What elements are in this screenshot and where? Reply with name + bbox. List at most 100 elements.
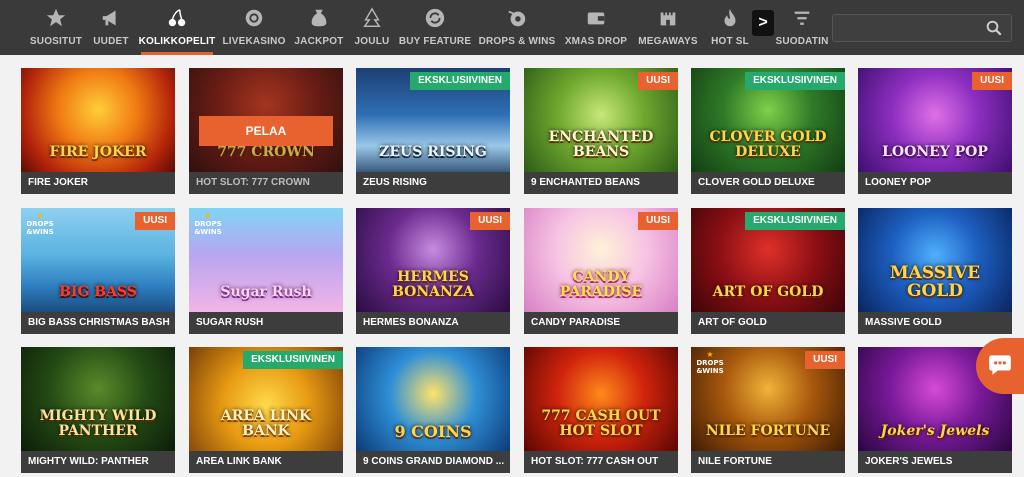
game-art-title: MASSIVE GOLD — [889, 263, 981, 301]
game-art-title: FIRE JOKER — [49, 144, 147, 160]
search-box[interactable] — [832, 14, 1012, 42]
castle-icon — [656, 6, 680, 30]
game-tile[interactable]: BIG BASS DROPS &WINS UUSI BIG BASS CHRIS… — [21, 208, 175, 334]
game-title: SUGAR RUSH — [189, 312, 343, 334]
nav-label: MEGAWAYS — [638, 36, 698, 47]
search-icon[interactable] — [985, 19, 1003, 37]
play-button[interactable]: PELAA — [199, 116, 333, 146]
game-tile[interactable]: Sugar Rush DROPS &WINS SUGAR RUSH — [189, 208, 343, 334]
game-tile[interactable]: LOONEY POP UUSI LOONEY POP — [858, 68, 1012, 194]
game-title: HOT SLOT: 777 CASH OUT — [524, 451, 678, 473]
game-tile[interactable]: 777 CROWN PELAA HOT SLOT: 777 CROWN — [189, 68, 343, 194]
game-tile[interactable]: ZEUS RISING EKSKLUSIIVINEN ZEUS RISING — [356, 68, 510, 194]
nav-item-kolikkopelit[interactable]: KOLIKKOPELIT — [139, 0, 215, 55]
nav-label: BUY FEATURE — [398, 36, 472, 47]
filter-label: SUODATIN — [775, 36, 829, 47]
game-tile[interactable]: HERMES BONANZA UUSI HERMES BONANZA — [356, 208, 510, 334]
game-art-title: HERMES BONANZA — [392, 269, 474, 300]
nav-label: UUDET — [93, 36, 129, 47]
game-art-title: 9 COINS — [394, 422, 472, 441]
moneybag-icon — [307, 6, 331, 30]
game-title: ART OF GOLD — [691, 312, 845, 334]
new-badge: UUSI — [470, 212, 510, 230]
new-badge: UUSI — [805, 351, 845, 369]
chat-button[interactable] — [976, 338, 1024, 394]
flame-icon — [718, 6, 742, 30]
nav-item-joulu[interactable]: JOULU — [353, 0, 391, 55]
nav-label: HOT SL — [711, 36, 749, 47]
game-tile[interactable]: MASSIVE GOLD MASSIVE GOLD — [858, 208, 1012, 334]
game-tile[interactable]: 777 CASH OUT HOT SLOT HOT SLOT: 777 CASH… — [524, 347, 678, 473]
new-badge: UUSI — [135, 212, 175, 230]
game-artwork: 9 COINS — [356, 347, 510, 451]
game-title: 9 ENCHANTED BEANS — [524, 172, 678, 194]
refresh-icon — [423, 6, 447, 30]
nav-label: XMAS DROP — [564, 36, 628, 47]
game-art-title: LOONEY POP — [882, 144, 988, 160]
new-badge: UUSI — [972, 72, 1012, 90]
game-title: HOT SLOT: 777 CROWN — [189, 172, 343, 194]
filter-button[interactable]: SUODATIN — [774, 0, 830, 55]
game-tile[interactable]: FIRE JOKER FIRE JOKER — [21, 68, 175, 194]
new-badge: UUSI — [638, 72, 678, 90]
game-art-title: ENCHANTED BEANS — [548, 129, 654, 160]
nav-item-uudet[interactable]: UUDET — [92, 0, 130, 55]
game-title: FIRE JOKER — [21, 172, 175, 194]
nav-label: JOULU — [354, 36, 390, 47]
drops-wins-badge: DROPS &WINS — [695, 351, 725, 377]
game-title: MASSIVE GOLD — [858, 312, 1012, 334]
game-art-title: ART OF GOLD — [712, 284, 824, 300]
nav-label: LIVEKASINO — [222, 36, 286, 47]
nav-item-xmas-drop[interactable]: XMAS DROP — [564, 0, 628, 55]
game-title: HERMES BONANZA — [356, 312, 510, 334]
game-title: BIG BASS CHRISTMAS BASH — [21, 312, 175, 334]
drops-wins-badge: DROPS &WINS — [25, 212, 55, 238]
nav-item-drops-wins[interactable]: DROPS & WINS — [479, 0, 555, 55]
nav-item-suositut[interactable]: SUOSITUT — [28, 0, 84, 55]
exclusive-badge: EKSKLUSIIVINEN — [243, 351, 343, 369]
megaphone-icon — [99, 6, 123, 30]
tree-icon — [360, 6, 384, 30]
game-title: ZEUS RISING — [356, 172, 510, 194]
chat-bubble-icon — [987, 351, 1013, 382]
game-art-title: ZEUS RISING — [379, 144, 487, 160]
nav-item-hot-slots[interactable]: HOT SL — [708, 0, 752, 55]
nav-item-buy-feature[interactable]: BUY FEATURE — [398, 0, 472, 55]
game-art-title: MIGHTY WILD PANTHER — [39, 408, 157, 439]
game-art-title: NILE FORTUNE — [705, 423, 831, 439]
exclusive-badge: EKSKLUSIIVINEN — [745, 72, 845, 90]
new-badge: UUSI — [638, 212, 678, 230]
game-tile[interactable]: ENCHANTED BEANS UUSI 9 ENCHANTED BEANS — [524, 68, 678, 194]
game-art-title: BIG BASS — [59, 284, 137, 300]
game-tile[interactable]: MIGHTY WILD PANTHER MIGHTY WILD: PANTHER — [21, 347, 175, 473]
game-tile[interactable]: AREA LINK BANK EKSKLUSIIVINEN AREA LINK … — [189, 347, 343, 473]
nav-item-megaways[interactable]: MEGAWAYS — [638, 0, 698, 55]
filter-icon — [790, 6, 814, 30]
nav-item-jackpot[interactable]: JACKPOT — [294, 0, 344, 55]
category-nav: SUOSITUT UUDET KOLIKKOPELIT LIVEKASINO J… — [0, 0, 1024, 55]
game-art-title: Sugar Rush — [220, 284, 312, 300]
nav-label: SUOSITUT — [29, 36, 83, 47]
chevron-right-icon: > — [758, 14, 768, 31]
nav-label: JACKPOT — [294, 36, 344, 47]
game-art-title: Joker's Jewels — [880, 423, 990, 439]
game-artwork: 777 CASH OUT HOT SLOT — [524, 347, 678, 451]
search-input[interactable] — [839, 18, 983, 38]
game-tile[interactable]: 9 COINS 9 COINS GRAND DIAMOND ... — [356, 347, 510, 473]
game-art-title: CLOVER GOLD DELUXE — [709, 129, 827, 160]
game-tile[interactable]: CANDY PARADISE UUSI CANDY PARADISE — [524, 208, 678, 334]
game-title: CLOVER GOLD DELUXE — [691, 172, 845, 194]
game-tile[interactable]: NILE FORTUNE DROPS &WINS UUSI NILE FORTU… — [691, 347, 845, 473]
exclusive-badge: EKSKLUSIIVINEN — [410, 72, 510, 90]
game-tile[interactable]: CLOVER GOLD DELUXE EKSKLUSIIVINEN CLOVER… — [691, 68, 845, 194]
game-artwork: MIGHTY WILD PANTHER — [21, 347, 175, 451]
nav-item-livekasino[interactable]: LIVEKASINO — [222, 0, 286, 55]
exclusive-badge: EKSKLUSIIVINEN — [745, 212, 845, 230]
nav-scroll-right-button[interactable]: > — [752, 10, 774, 36]
game-tile[interactable]: ART OF GOLD EKSKLUSIIVINEN ART OF GOLD — [691, 208, 845, 334]
game-title: AREA LINK BANK — [189, 451, 343, 473]
game-title: 9 COINS GRAND DIAMOND ... — [356, 451, 510, 473]
wallet-icon — [584, 6, 608, 30]
game-title: JOKER'S JEWELS — [858, 451, 1012, 473]
game-title: LOONEY POP — [858, 172, 1012, 194]
